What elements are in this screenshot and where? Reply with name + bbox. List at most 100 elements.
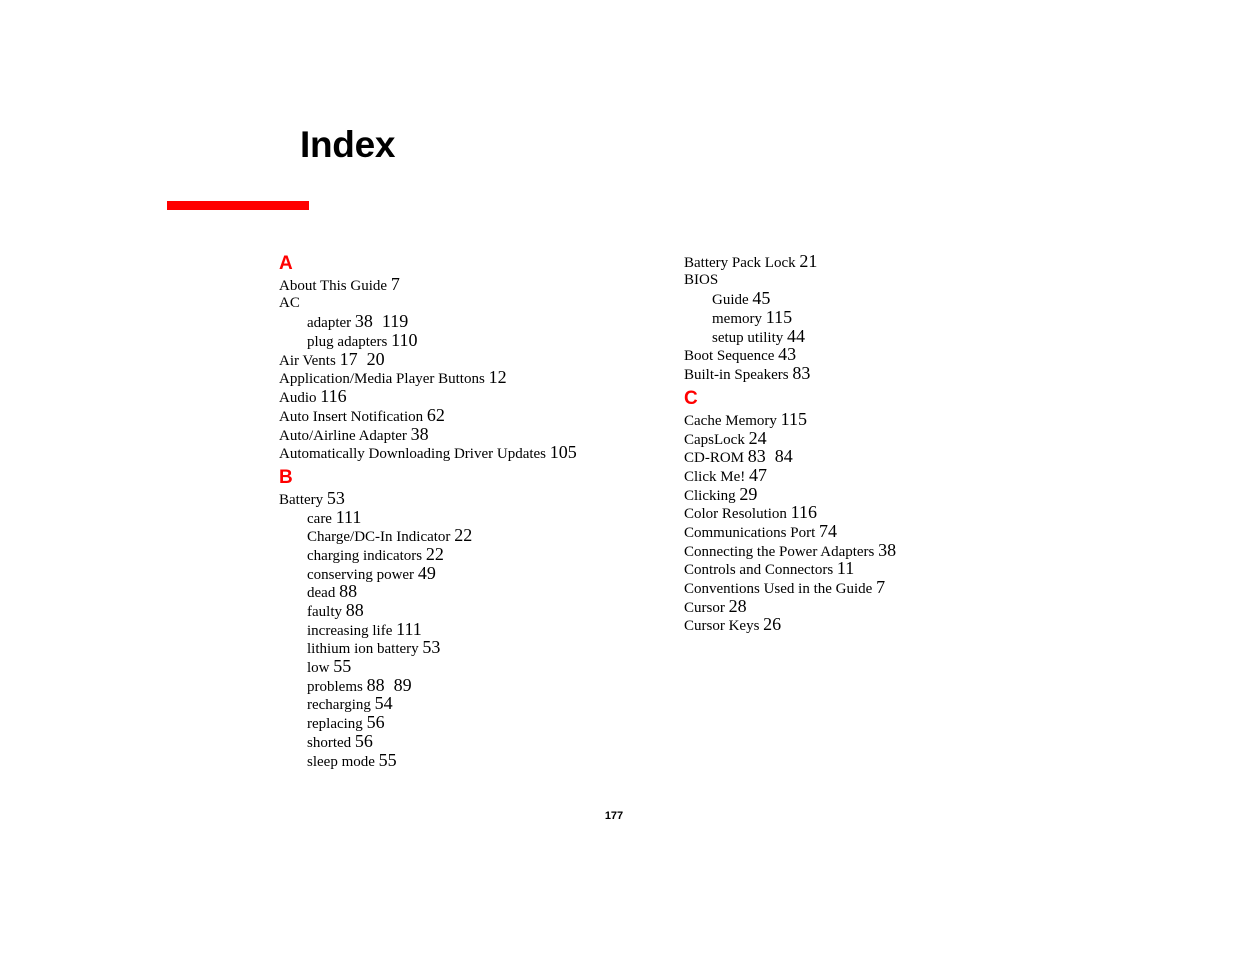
page-reference[interactable]: 116 <box>320 386 346 406</box>
index-term: Auto/Airline Adapter <box>279 427 407 444</box>
index-entry: Battery Pack Lock 21 <box>684 252 896 271</box>
index-entry: Built-in Speakers 83 <box>684 364 896 383</box>
index-term: faulty <box>307 604 342 620</box>
page-reference[interactable]: 24 <box>749 428 767 448</box>
page-reference[interactable]: 38 <box>411 424 429 444</box>
index-column-left: A About This Guide 7 AC adapter 38 119 plug… <box>279 253 577 770</box>
index-entry: Application/Media Player Buttons 12 <box>279 368 577 387</box>
index-term: CD-ROM <box>684 450 745 467</box>
index-entry: Auto/Airline Adapter 38 <box>279 424 577 444</box>
section-entries-c: Cache Memory 115 CapsLock 24 CD-ROM 83 84 C… <box>684 409 896 634</box>
page-reference[interactable]: 44 <box>787 326 805 346</box>
index-term: sleep mode <box>307 753 375 770</box>
index-subentry: problems 88 89 <box>279 675 577 695</box>
index-term: Battery <box>279 491 324 508</box>
page-reference[interactable]: 74 <box>819 521 837 541</box>
page-reference[interactable]: 62 <box>427 405 445 425</box>
index-term: replacing <box>307 716 363 733</box>
section-entries-a: About This Guide 7 AC adapter 38 119 plug a… <box>279 275 577 463</box>
index-entry: About This Guide 7 <box>279 275 577 294</box>
index-term: Communications Port <box>684 524 816 541</box>
page-reference[interactable]: 28 <box>729 596 747 616</box>
page-reference[interactable]: 38 <box>878 540 896 560</box>
page-reference[interactable]: 49 <box>418 563 436 583</box>
index-entry: Boot Sequence 43 <box>684 345 896 364</box>
index-entry: Air Vents 17 20 <box>279 349 577 369</box>
page-reference[interactable]: 105 <box>550 442 577 462</box>
section-letter-a: A <box>279 253 293 274</box>
index-entry: Battery 53 <box>279 489 577 508</box>
page-reference[interactable]: 53 <box>327 488 345 508</box>
index-term: CapsLock <box>684 431 745 448</box>
page-reference[interactable]: 115 <box>766 307 792 327</box>
page-reference[interactable]: 111 <box>396 619 422 639</box>
index-subentry: faulty 88 <box>279 601 577 620</box>
index-term: problems <box>307 678 363 695</box>
page-reference[interactable]: 11 <box>837 558 854 578</box>
page-reference[interactable]: 7 <box>876 577 885 597</box>
page-reference[interactable]: 88 <box>339 581 357 601</box>
index-term: shorted <box>307 734 352 751</box>
index-term: lithium ion battery <box>307 641 419 658</box>
index-term: Click Me! <box>684 468 746 485</box>
page-reference[interactable]: 56 <box>355 731 373 751</box>
page-reference[interactable]: 53 <box>422 637 440 657</box>
page-reference[interactable]: 88 <box>346 600 364 620</box>
index-entry: Cache Memory 115 <box>684 409 896 429</box>
index-subentry: Guide 45 <box>684 289 896 308</box>
index-subentry: memory 115 <box>684 308 896 327</box>
page-reference[interactable]: 110 <box>391 330 417 350</box>
index-subentry: replacing 56 <box>279 713 577 732</box>
page-reference[interactable]: 22 <box>426 544 444 564</box>
page-reference[interactable]: 54 <box>375 693 393 713</box>
page-reference[interactable]: 115 <box>781 409 807 429</box>
page-reference[interactable]: 26 <box>763 614 781 634</box>
index-term: About This Guide <box>279 278 388 294</box>
index-entry: Audio 116 <box>279 387 577 406</box>
page-reference[interactable]: 17 20 <box>340 349 385 369</box>
index-column-right: Battery Pack Lock 21 BIOS Guide 45 memory 1… <box>684 252 896 635</box>
page-reference[interactable]: 21 <box>799 251 817 271</box>
page-reference[interactable]: 12 <box>489 367 507 387</box>
index-entry: Cursor Keys 26 <box>684 615 896 634</box>
page-number: 177 <box>604 810 624 822</box>
index-term: Color Resolution <box>684 506 787 523</box>
index-term: Built-in Speakers <box>684 367 789 384</box>
title-accent-rule <box>167 201 309 210</box>
page-reference[interactable]: 47 <box>749 465 767 485</box>
page-reference[interactable]: 111 <box>336 507 362 527</box>
section-letter-b: B <box>279 466 293 488</box>
page-reference[interactable]: 43 <box>778 344 796 364</box>
index-subentry: recharging 54 <box>279 694 577 713</box>
page-reference[interactable]: 22 <box>454 525 472 545</box>
index-entry: Color Resolution 116 <box>684 503 896 522</box>
index-term: Cursor <box>684 599 725 616</box>
index-term: Guide <box>712 292 749 309</box>
page-reference[interactable]: 45 <box>752 288 770 308</box>
page-reference[interactable]: 83 <box>792 363 810 383</box>
page-reference[interactable]: 88 89 <box>367 675 412 695</box>
index-subentry: low 55 <box>279 657 577 676</box>
index-entry: Conventions Used in the Guide 7 <box>684 578 896 597</box>
index-entry: CD-ROM 83 84 <box>684 447 896 466</box>
index-entry: Click Me! 47 <box>684 466 896 485</box>
index-term: charging indicators <box>307 547 423 564</box>
page-reference[interactable]: 56 <box>367 712 385 732</box>
index-term: Conventions Used in the Guide <box>684 581 873 597</box>
index-subentry: shorted 56 <box>279 731 577 751</box>
page-reference[interactable]: 38 119 <box>355 311 408 331</box>
index-term: memory <box>712 311 762 328</box>
page-reference[interactable]: 83 84 <box>748 446 793 466</box>
page-reference[interactable]: 55 <box>379 750 397 770</box>
page-reference[interactable]: 7 <box>391 274 400 294</box>
index-term: Battery Pack Lock <box>684 255 796 271</box>
index-term: dead <box>307 585 336 602</box>
page-reference[interactable]: 29 <box>739 484 757 504</box>
index-entry: AC <box>279 294 577 313</box>
index-entry: Cursor 28 <box>684 596 896 616</box>
index-term: low <box>307 660 330 677</box>
page-reference[interactable]: 55 <box>333 656 351 676</box>
page-reference[interactable]: 116 <box>791 502 817 522</box>
index-term: Auto Insert Notification <box>279 408 424 425</box>
index-subentry: lithium ion battery 53 <box>279 638 577 657</box>
